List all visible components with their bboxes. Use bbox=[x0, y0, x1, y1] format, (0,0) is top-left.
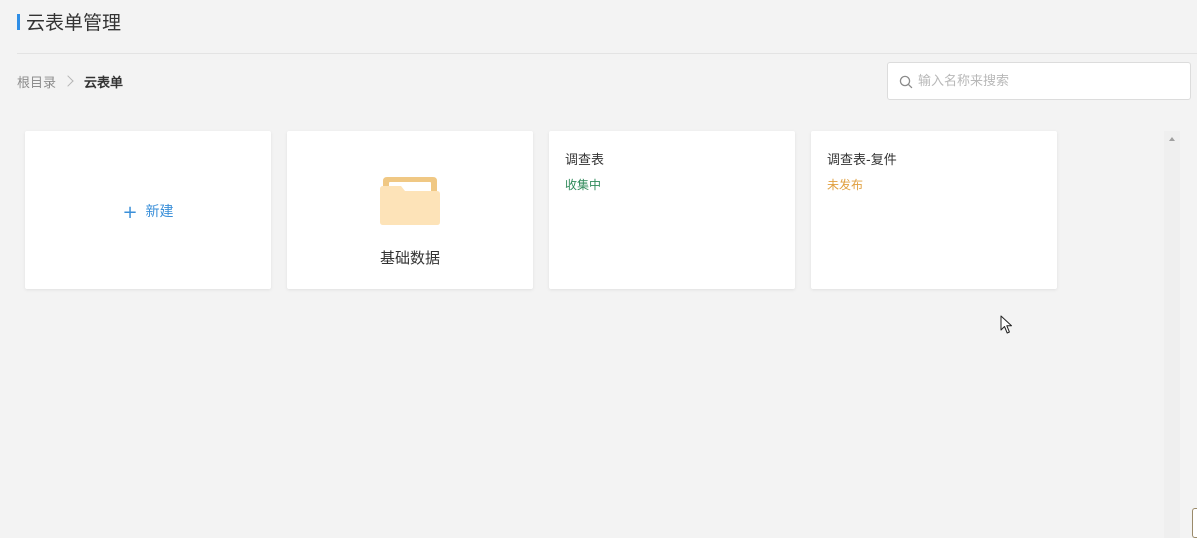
page-title: 云表单管理 bbox=[26, 12, 122, 34]
side-handle[interactable] bbox=[1192, 508, 1197, 538]
form-status: 收集中 bbox=[565, 178, 602, 192]
breadcrumb-current: 云表单 bbox=[84, 75, 124, 91]
folder-card[interactable]: 基础数据 bbox=[287, 131, 533, 289]
breadcrumb: 根目录 云表单 bbox=[17, 71, 123, 91]
header-divider bbox=[17, 53, 1197, 54]
form-card[interactable]: 调查表 收集中 bbox=[549, 131, 795, 289]
title-accent-bar bbox=[17, 14, 20, 30]
new-form-button[interactable]: + 新建 bbox=[25, 201, 271, 222]
scroll-up-arrow-icon[interactable] bbox=[1169, 137, 1175, 141]
form-name: 调查表 bbox=[565, 153, 605, 168]
folder-label: 基础数据 bbox=[379, 249, 440, 267]
new-form-card[interactable]: + 新建 bbox=[25, 131, 271, 289]
search-icon bbox=[899, 75, 913, 89]
chevron-right-icon bbox=[62, 75, 74, 87]
plus-icon: + bbox=[122, 202, 138, 223]
form-card[interactable]: 调查表-复件 未发布 bbox=[811, 131, 1057, 289]
vertical-scrollbar[interactable] bbox=[1164, 131, 1180, 538]
search-box[interactable] bbox=[887, 62, 1191, 100]
mouse-cursor-icon bbox=[1000, 315, 1012, 334]
page-header: 云表单管理 bbox=[0, 0, 1197, 54]
folder-icon bbox=[380, 177, 440, 225]
form-status: 未发布 bbox=[827, 178, 864, 192]
search-input[interactable] bbox=[918, 63, 1183, 99]
form-name: 调查表-复件 bbox=[827, 153, 897, 168]
breadcrumb-root-link[interactable]: 根目录 bbox=[17, 72, 56, 91]
new-form-label: 新建 bbox=[145, 204, 174, 220]
